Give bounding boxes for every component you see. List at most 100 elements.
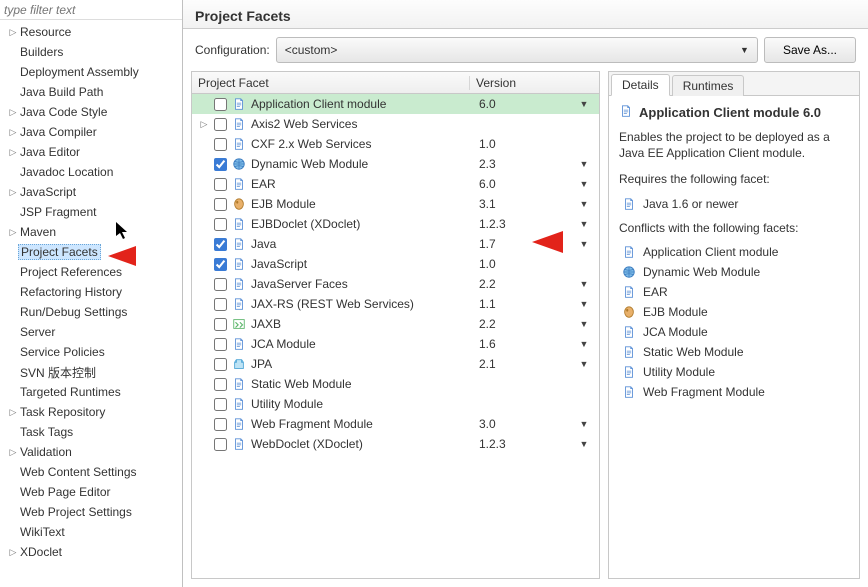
- facet-checkbox[interactable]: [214, 278, 227, 291]
- facet-row[interactable]: Axis2 Web Services: [192, 114, 599, 134]
- facet-checkbox[interactable]: [214, 258, 227, 271]
- bean-icon: [621, 304, 637, 320]
- facet-checkbox[interactable]: [214, 378, 227, 391]
- facet-checkbox[interactable]: [214, 338, 227, 351]
- facet-version: 1.7: [479, 237, 569, 251]
- sidebar-item[interactable]: Refactoring History: [0, 282, 182, 302]
- sidebar-item[interactable]: Java Code Style: [0, 102, 182, 122]
- version-dropdown-icon[interactable]: ▼: [569, 419, 599, 429]
- facet-row[interactable]: JAX-RS (REST Web Services)1.1▼: [192, 294, 599, 314]
- facet-checkbox[interactable]: [214, 98, 227, 111]
- filter-input[interactable]: [0, 0, 182, 20]
- version-dropdown-icon[interactable]: ▼: [569, 439, 599, 449]
- version-dropdown-icon[interactable]: ▼: [569, 359, 599, 369]
- facet-checkbox[interactable]: [214, 398, 227, 411]
- version-dropdown-icon[interactable]: ▼: [569, 179, 599, 189]
- col-project-facet[interactable]: Project Facet: [192, 76, 469, 90]
- chevron-right-icon[interactable]: [8, 447, 18, 458]
- facet-checkbox[interactable]: [214, 238, 227, 251]
- col-version[interactable]: Version: [469, 76, 599, 90]
- chevron-right-icon[interactable]: [8, 27, 18, 38]
- chevron-right-icon[interactable]: [8, 407, 18, 418]
- sidebar-item[interactable]: JavaScript: [0, 182, 182, 202]
- version-dropdown-icon[interactable]: ▼: [569, 239, 599, 249]
- facet-checkbox[interactable]: [214, 118, 227, 131]
- sidebar-item[interactable]: Web Page Editor: [0, 482, 182, 502]
- facet-checkbox[interactable]: [214, 418, 227, 431]
- facet-row[interactable]: Java1.7▼: [192, 234, 599, 254]
- version-dropdown-icon[interactable]: ▼: [569, 339, 599, 349]
- sidebar-item[interactable]: SVN 版本控制: [0, 362, 182, 382]
- sidebar-item[interactable]: Javadoc Location: [0, 162, 182, 182]
- sidebar-item[interactable]: Maven: [0, 222, 182, 242]
- sidebar-item[interactable]: Project Facets: [0, 242, 182, 262]
- facet-checkbox[interactable]: [214, 138, 227, 151]
- facet-name: Utility Module: [251, 397, 479, 411]
- facet-checkbox[interactable]: [214, 178, 227, 191]
- facet-row[interactable]: Web Fragment Module3.0▼: [192, 414, 599, 434]
- facet-checkbox[interactable]: [214, 318, 227, 331]
- chevron-right-icon[interactable]: [8, 147, 18, 158]
- facet-row[interactable]: JavaScript1.0: [192, 254, 599, 274]
- sidebar-item[interactable]: Web Content Settings: [0, 462, 182, 482]
- facet-row[interactable]: EAR6.0▼: [192, 174, 599, 194]
- sidebar-item[interactable]: Server: [0, 322, 182, 342]
- chevron-right-icon[interactable]: [8, 107, 18, 118]
- sidebar-item[interactable]: Java Build Path: [0, 82, 182, 102]
- doc-icon: [621, 324, 637, 340]
- facet-row[interactable]: Static Web Module: [192, 374, 599, 394]
- chevron-right-icon[interactable]: [8, 547, 18, 558]
- facet-checkbox[interactable]: [214, 158, 227, 171]
- save-as-button[interactable]: Save As...: [764, 37, 856, 63]
- sidebar-item[interactable]: Java Editor: [0, 142, 182, 162]
- version-dropdown-icon[interactable]: ▼: [569, 299, 599, 309]
- facet-row[interactable]: JavaServer Faces2.2▼: [192, 274, 599, 294]
- sidebar-item[interactable]: Web Project Settings: [0, 502, 182, 522]
- sidebar-item[interactable]: Deployment Assembly: [0, 62, 182, 82]
- sidebar-item[interactable]: JSP Fragment: [0, 202, 182, 222]
- facet-checkbox[interactable]: [214, 218, 227, 231]
- doc-icon: [621, 244, 637, 260]
- facet-row[interactable]: EJB Module3.1▼: [192, 194, 599, 214]
- chevron-right-icon[interactable]: [8, 187, 18, 198]
- version-dropdown-icon[interactable]: ▼: [569, 279, 599, 289]
- chevron-right-icon[interactable]: [8, 227, 18, 238]
- version-dropdown-icon[interactable]: ▼: [569, 219, 599, 229]
- doc-icon: [231, 436, 247, 452]
- sidebar-item[interactable]: Task Repository: [0, 402, 182, 422]
- version-dropdown-icon[interactable]: ▼: [569, 159, 599, 169]
- version-dropdown-icon[interactable]: ▼: [569, 319, 599, 329]
- facet-row[interactable]: Dynamic Web Module2.3▼: [192, 154, 599, 174]
- tab-runtimes[interactable]: Runtimes: [672, 75, 745, 96]
- facet-row[interactable]: Application Client module6.0▼: [192, 94, 599, 114]
- sidebar-item[interactable]: Service Policies: [0, 342, 182, 362]
- facet-row[interactable]: CXF 2.x Web Services1.0: [192, 134, 599, 154]
- chevron-right-icon[interactable]: [198, 119, 210, 130]
- config-dropdown[interactable]: <custom> ▼: [276, 37, 758, 63]
- tab-details[interactable]: Details: [611, 74, 670, 96]
- sidebar-item[interactable]: Task Tags: [0, 422, 182, 442]
- version-dropdown-icon[interactable]: ▼: [569, 99, 599, 109]
- facet-row[interactable]: WebDoclet (XDoclet)1.2.3▼: [192, 434, 599, 454]
- version-dropdown-icon[interactable]: ▼: [569, 199, 599, 209]
- facet-checkbox[interactable]: [214, 358, 227, 371]
- sidebar-item[interactable]: Resource: [0, 22, 182, 42]
- facet-row[interactable]: JPA2.1▼: [192, 354, 599, 374]
- sidebar-item[interactable]: Targeted Runtimes: [0, 382, 182, 402]
- facet-row[interactable]: EJBDoclet (XDoclet)1.2.3▼: [192, 214, 599, 234]
- sidebar-item[interactable]: Validation: [0, 442, 182, 462]
- sidebar-item[interactable]: Project References: [0, 262, 182, 282]
- sidebar-item[interactable]: WikiText: [0, 522, 182, 542]
- sidebar-item[interactable]: Java Compiler: [0, 122, 182, 142]
- sidebar-item[interactable]: Builders: [0, 42, 182, 62]
- sidebar-item[interactable]: Run/Debug Settings: [0, 302, 182, 322]
- chevron-right-icon[interactable]: [8, 127, 18, 138]
- facet-checkbox[interactable]: [214, 438, 227, 451]
- facet-version: 2.2: [479, 317, 569, 331]
- facet-row[interactable]: JAXB2.2▼: [192, 314, 599, 334]
- facet-row[interactable]: JCA Module1.6▼: [192, 334, 599, 354]
- facet-checkbox[interactable]: [214, 298, 227, 311]
- facet-row[interactable]: Utility Module: [192, 394, 599, 414]
- facet-checkbox[interactable]: [214, 198, 227, 211]
- sidebar-item[interactable]: XDoclet: [0, 542, 182, 562]
